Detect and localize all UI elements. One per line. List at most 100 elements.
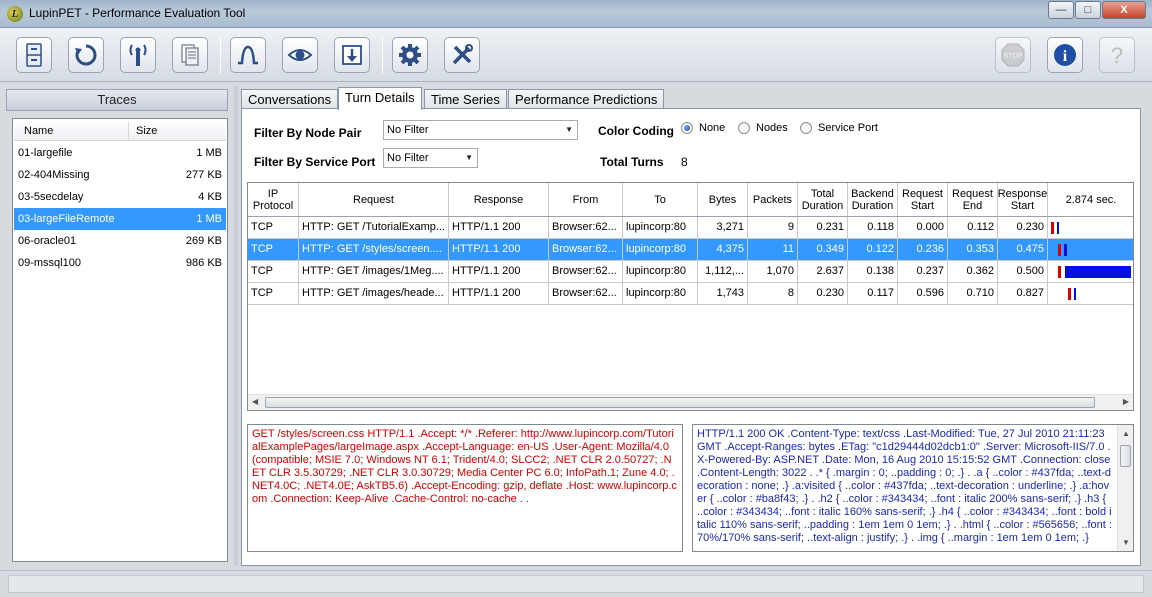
service-port-filter-select[interactable]: No Filter ▼ (383, 148, 478, 168)
col-ip-protocol[interactable]: IP Protocol (248, 183, 299, 216)
help-label: ? (1111, 43, 1123, 68)
close-button[interactable]: X (1102, 1, 1146, 19)
download-icon (342, 45, 362, 65)
cell-to: lupincorp:80 (623, 261, 698, 283)
color-option-label: Nodes (756, 122, 788, 134)
cell-backend-duration: 0.138 (848, 261, 898, 283)
view-button[interactable] (282, 37, 318, 73)
col-request-end[interactable]: Request End (948, 183, 998, 216)
col-bytes[interactable]: Bytes (698, 183, 748, 216)
copy-button[interactable] (172, 37, 208, 73)
tab-time-series[interactable]: Time Series (424, 89, 507, 109)
info-icon: i (1054, 44, 1076, 66)
grid-row[interactable]: TCP HTTP: GET /TutorialExamp... HTTP/1.1 2… (248, 217, 1133, 239)
cell-response: HTTP/1.1 200 (449, 283, 549, 305)
tab-conversations[interactable]: Conversations (241, 89, 339, 109)
toolbar: STOP i ? (0, 28, 1152, 82)
tab-performance-predictions[interactable]: Performance Predictions (508, 89, 665, 109)
radio-button[interactable] (738, 122, 750, 134)
maximize-button[interactable]: □ (1075, 1, 1101, 19)
trace-item[interactable]: 06-oracle01 269 KB (14, 230, 226, 252)
color-coding-label: Color Coding (598, 124, 674, 138)
color-option-service-port[interactable]: Service Port (800, 122, 878, 134)
color-option-label: None (699, 122, 726, 134)
vertical-scrollbar[interactable]: ▲ ▼ (1117, 425, 1133, 551)
col-packets[interactable]: Packets (748, 183, 798, 216)
request-text-pane[interactable]: GET /styles/screen.css HTTP/1.1 .Accept:… (247, 424, 683, 552)
scrollbar-thumb[interactable] (1120, 445, 1131, 467)
trace-name: 01-largefile (18, 147, 73, 159)
col-total-duration[interactable]: Total Duration (798, 183, 848, 216)
cell-from: Browser:62... (549, 217, 623, 239)
col-response[interactable]: Response (449, 183, 549, 216)
radio-button[interactable] (800, 122, 812, 134)
trace-size: 269 KB (185, 235, 222, 247)
cell-protocol: TCP (248, 239, 299, 261)
response-bar (1057, 222, 1060, 234)
waveform-button[interactable] (230, 37, 266, 73)
response-text-pane[interactable]: HTTP/1.1 200 OK .Content-Type: text/css … (692, 424, 1134, 552)
traces-list[interactable]: Name Size 01-largefile 1 MB 02-404Missing… (12, 118, 228, 562)
col-request-start[interactable]: Request Start (898, 183, 948, 216)
grid-row[interactable]: TCP HTTP: GET /images/heade... HTTP/1.1 20… (248, 283, 1133, 305)
col-request[interactable]: Request (299, 183, 449, 216)
panel-splitter[interactable] (234, 86, 238, 566)
col-response-start[interactable]: Response Start (998, 183, 1048, 216)
cell-request-start: 0.000 (898, 217, 948, 239)
open-trace-button[interactable] (16, 37, 52, 73)
col-to[interactable]: To (623, 183, 698, 216)
help-button[interactable]: ? (1099, 37, 1135, 73)
cell-timeline (1048, 217, 1133, 239)
request-bar (1051, 222, 1055, 234)
minimize-button[interactable]: — (1048, 1, 1074, 19)
capture-button[interactable] (120, 37, 156, 73)
col-from[interactable]: From (549, 183, 623, 216)
tab-turn-details[interactable]: Turn Details (338, 87, 422, 110)
cell-response-start: 0.500 (998, 261, 1048, 283)
response-bar (1074, 288, 1077, 300)
color-option-none[interactable]: None (681, 122, 725, 134)
trace-item[interactable]: 01-largefile 1 MB (14, 142, 226, 164)
cell-to: lupincorp:80 (623, 217, 698, 239)
scrollbar-thumb[interactable] (265, 397, 1095, 408)
trace-item[interactable]: 02-404Missing 277 KB (14, 164, 226, 186)
traces-col-name[interactable]: Name (24, 125, 53, 137)
scroll-up-icon[interactable]: ▲ (1122, 427, 1130, 440)
trace-item[interactable]: 03-5secdelay 4 KB (14, 186, 226, 208)
traces-col-size[interactable]: Size (136, 125, 157, 137)
cell-from: Browser:62... (549, 283, 623, 305)
col-timeline[interactable]: 2.874 sec. (1048, 183, 1133, 216)
node-pair-filter-select[interactable]: No Filter ▼ (383, 120, 578, 140)
cell-response: HTTP/1.1 200 (449, 261, 549, 283)
export-button[interactable] (334, 37, 370, 73)
cell-request-end: 0.112 (948, 217, 998, 239)
color-option-nodes[interactable]: Nodes (738, 122, 788, 134)
documents-icon (181, 44, 199, 66)
trace-item[interactable]: 09-mssql100 986 KB (14, 252, 226, 274)
col-backend-duration[interactable]: Backend Duration (848, 183, 898, 216)
scroll-left-icon[interactable]: ◀ (252, 397, 258, 406)
cell-to: lupincorp:80 (623, 283, 698, 305)
turn-details-grid[interactable]: IP Protocol Request Response From To Byt… (247, 182, 1134, 411)
status-bar-field (8, 575, 1144, 593)
horizontal-scrollbar[interactable]: ◀ ▶ (248, 394, 1133, 410)
question-icon: ? (1111, 43, 1123, 68)
tools-icon (452, 44, 473, 65)
column-divider[interactable] (128, 122, 129, 139)
grid-row[interactable]: TCP HTTP: GET /images/1Meg.... HTTP/1.1 20… (248, 261, 1133, 283)
settings-button[interactable] (392, 37, 428, 73)
stop-button[interactable]: STOP (995, 37, 1031, 73)
cell-protocol: TCP (248, 261, 299, 283)
radio-button[interactable] (681, 122, 693, 134)
trace-item-selected[interactable]: 03-largeFileRemote 1 MB (14, 208, 226, 230)
refresh-button[interactable] (68, 37, 104, 73)
scroll-down-icon[interactable]: ▼ (1122, 536, 1130, 549)
info-button[interactable]: i (1047, 37, 1083, 73)
grid-row[interactable]: TCP HTTP: GET /styles/screen.... HTTP/1.1 … (248, 239, 1133, 261)
cell-timeline (1048, 239, 1133, 261)
antenna-icon (129, 44, 147, 66)
cell-protocol: TCP (248, 283, 299, 305)
tools-button[interactable] (444, 37, 480, 73)
scroll-right-icon[interactable]: ▶ (1123, 397, 1129, 406)
cell-request-start: 0.236 (898, 239, 948, 261)
